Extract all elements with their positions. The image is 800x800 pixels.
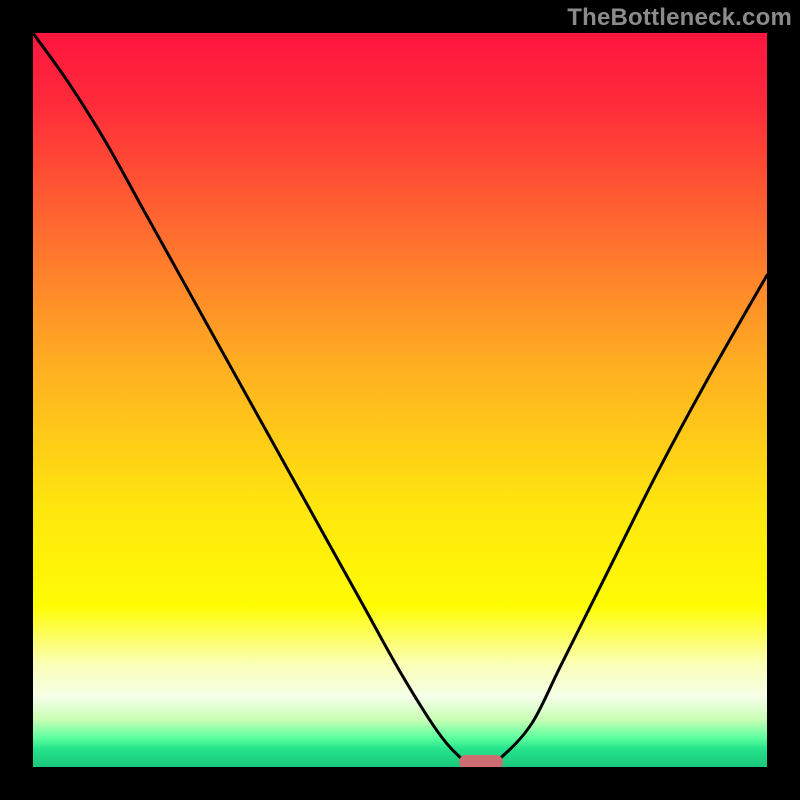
chart-frame: TheBottleneck.com [0,0,800,800]
watermark-text: TheBottleneck.com [567,4,792,32]
optimal-zone-marker [459,755,503,767]
plot-area [33,33,767,767]
curve-overlay [33,33,767,767]
bottleneck-curve [33,33,767,764]
